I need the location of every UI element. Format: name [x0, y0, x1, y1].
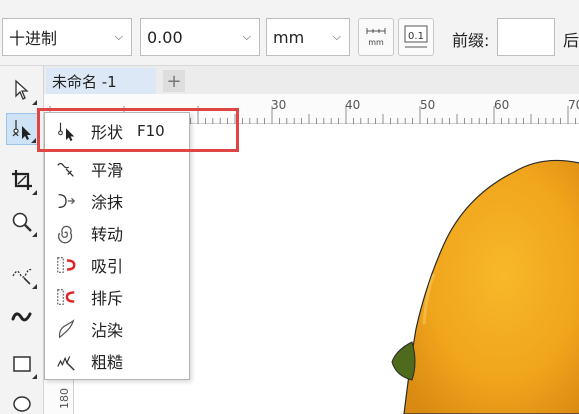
svg-text:0.1: 0.1	[408, 31, 424, 42]
unit-mm-icon: mm	[366, 28, 386, 47]
svg-text:mm: mm	[368, 38, 384, 47]
flyout-item-label: 沾染	[91, 321, 124, 340]
add-tab-button[interactable]: +	[163, 70, 185, 92]
flyout-item-attract[interactable]: 吸引	[45, 249, 189, 281]
smear-icon	[51, 190, 81, 212]
smudge-icon	[51, 318, 81, 340]
flyout-item-label: 平滑	[91, 161, 124, 180]
rectangle-tool-icon	[13, 356, 31, 372]
ruler-label: 60	[494, 98, 510, 112]
flyout-item-label: 转动	[91, 225, 124, 244]
pick-tool[interactable]	[6, 74, 38, 106]
ruler-label: 30	[271, 98, 287, 112]
decimal-icon: 0.1	[404, 25, 428, 48]
prefix-input[interactable]	[497, 18, 555, 56]
zoom-tool-icon	[12, 212, 32, 232]
flyout-item-label: 形状	[91, 123, 124, 142]
flyout-item-shape[interactable]: 形状 F10	[45, 115, 189, 147]
repel-icon	[51, 286, 81, 308]
number-system-select[interactable]: 十进制 ⌵	[2, 18, 132, 56]
value-select[interactable]: 0.00 ⌵	[140, 18, 260, 56]
twirl-icon	[51, 222, 81, 244]
flyout-item-label: 涂抹	[91, 193, 124, 212]
suffix-label: 后	[563, 31, 579, 50]
toolbox	[0, 66, 44, 414]
flyout-item-label: 吸引	[91, 257, 124, 276]
unit-mm-button[interactable]: mm	[358, 18, 394, 56]
number-system-value: 十进制	[9, 29, 58, 48]
flyout-corner-icon	[32, 100, 37, 105]
flyout-item-smooth[interactable]: 平滑	[45, 153, 189, 185]
attract-icon	[51, 254, 81, 276]
ruler-label: 180	[58, 388, 71, 409]
ruler-label: 40	[345, 98, 361, 112]
ellipse-tool[interactable]	[6, 388, 38, 414]
flyout-item-label: 粗糙	[91, 353, 124, 372]
flyout-item-twirl[interactable]: 转动	[45, 217, 189, 249]
artistic-media-icon	[11, 312, 32, 322]
shape-tool-flyout: 形状 F10 平滑 涂抹 转动 吸引 排斥 沾染 粗糙	[44, 112, 190, 380]
document-tab-label: 未命名 -1	[52, 72, 117, 91]
flyout-corner-icon	[32, 232, 37, 237]
document-tab[interactable]: 未命名 -1	[46, 68, 156, 94]
unit-select[interactable]: mm ⌵	[266, 18, 350, 56]
chevron-down-icon: ⌵	[332, 30, 341, 43]
pick-tool-icon	[15, 79, 29, 100]
value-text: 0.00	[147, 27, 183, 47]
unit-value: mm	[273, 27, 305, 47]
flyout-item-roughen[interactable]: 粗糙	[45, 345, 189, 377]
flyout-corner-icon	[32, 374, 37, 379]
crop-tool-icon	[12, 170, 32, 190]
crop-tool[interactable]	[6, 164, 38, 196]
zoom-tool[interactable]	[6, 206, 38, 238]
freehand-tool[interactable]	[6, 258, 38, 290]
freehand-tool-icon	[12, 268, 32, 285]
plus-icon: +	[166, 70, 182, 92]
chevron-down-icon: ⌵	[114, 30, 123, 43]
artistic-media-tool[interactable]	[6, 300, 38, 332]
flyout-corner-icon	[31, 138, 36, 143]
ruler-label: 70	[568, 98, 579, 112]
flyout-item-repel[interactable]: 排斥	[45, 281, 189, 313]
decimal-button[interactable]: 0.1	[398, 18, 434, 56]
chevron-down-icon: ⌵	[242, 30, 251, 43]
shape-icon	[51, 120, 81, 142]
flyout-corner-icon	[32, 284, 37, 289]
shortcut-key: F10	[137, 122, 165, 140]
flyout-item-label: 排斥	[91, 289, 124, 308]
smooth-icon	[51, 158, 81, 180]
flyout-item-smudge[interactable]: 沾染	[45, 313, 189, 345]
rectangle-tool[interactable]	[6, 348, 38, 380]
prefix-label: 前缀:	[452, 31, 490, 50]
flyout-corner-icon	[32, 190, 37, 195]
flyout-item-smear[interactable]: 涂抹	[45, 185, 189, 217]
roughen-icon	[51, 350, 81, 372]
ruler-label: 50	[420, 98, 436, 112]
property-bar: 十进制 ⌵ 0.00 ⌵ mm ⌵ mm 0.1 前缀: 后	[0, 0, 579, 66]
ellipse-tool-icon	[13, 396, 31, 412]
shape-tool[interactable]	[6, 113, 38, 145]
